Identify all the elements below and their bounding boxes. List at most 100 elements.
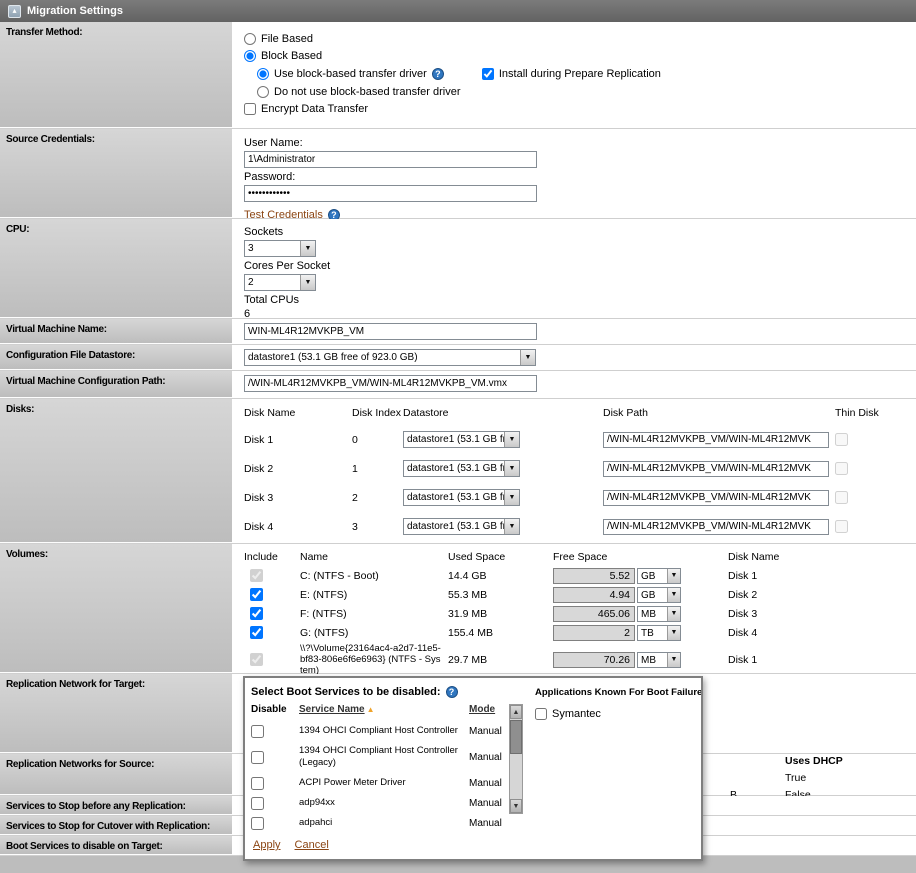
no-driver-label: Do not use block-based transfer driver [274, 86, 460, 98]
file-based-label: File Based [261, 33, 313, 45]
free-space-input[interactable] [553, 568, 635, 584]
disk-name: Disk 1 [244, 425, 352, 454]
thin-disk-checkbox[interactable] [835, 491, 848, 504]
install-prepare-checkbox[interactable] [482, 68, 494, 80]
free-space-unit: TB [638, 626, 667, 640]
vol-header-free: Free Space [553, 546, 728, 566]
no-driver-option[interactable]: Do not use block-based transfer driver [257, 84, 908, 100]
thin-disk-checkbox[interactable] [835, 520, 848, 533]
info-icon[interactable]: ? [432, 68, 444, 80]
apply-link[interactable]: Apply [253, 839, 281, 851]
service-disable-checkbox[interactable] [251, 725, 264, 738]
disk-datastore-select[interactable]: datastore1 (53.1 GB free of 923.0 GB)▼ [403, 431, 520, 448]
free-space-input[interactable] [553, 652, 635, 668]
disk-path-input[interactable] [603, 432, 829, 448]
block-based-option[interactable]: Block Based [244, 48, 908, 64]
symantec-checkbox[interactable] [535, 708, 547, 720]
encrypt-option[interactable]: Encrypt Data Transfer [244, 101, 908, 117]
vol-header-name: Name [300, 546, 448, 566]
install-prepare-option[interactable]: Install during Prepare Replication [482, 66, 661, 82]
disk-path-input[interactable] [603, 519, 829, 535]
disks-header-datastore: Datastore [403, 401, 603, 425]
vol-header-used: Used Space [448, 546, 553, 566]
service-disable-checkbox[interactable] [251, 751, 264, 764]
block-based-radio[interactable] [244, 50, 256, 62]
volume-name: C: (NTFS - Boot) [300, 566, 448, 585]
free-space-unit: MB [638, 607, 667, 621]
include-checkbox[interactable] [250, 607, 263, 620]
scroll-down-button[interactable]: ▼ [510, 799, 522, 813]
services-scrollbar[interactable]: ▲ ▼ [509, 704, 523, 814]
no-driver-radio[interactable] [257, 86, 269, 98]
disk-datastore-value: datastore1 (53.1 GB free of 923.0 GB) [404, 432, 504, 447]
disk-index: 1 [352, 454, 403, 483]
include-checkbox[interactable] [250, 588, 263, 601]
app-symantec-option[interactable]: Symantec [535, 706, 703, 722]
free-space-unit-select[interactable]: MB▼ [637, 652, 681, 668]
section-source-credentials: Source Credentials: User Name: Password:… [0, 129, 916, 219]
free-space-input[interactable] [553, 625, 635, 641]
config-datastore-select[interactable]: datastore1 (53.1 GB free of 923.0 GB) ▼ [244, 349, 536, 366]
file-based-radio[interactable] [244, 33, 256, 45]
disk-path-input[interactable] [603, 461, 829, 477]
volumes-label: Volumes: [0, 544, 232, 673]
use-driver-option[interactable]: Use block-based transfer driver [257, 66, 427, 82]
disks-body: Disk Name Disk Index Datastore Disk Path… [232, 399, 916, 543]
free-space-unit-select[interactable]: GB▼ [637, 568, 681, 584]
disk-datastore-value: datastore1 (53.1 GB free of 923.0 GB) [404, 490, 504, 505]
disks-header-path: Disk Path [603, 401, 835, 425]
cpu-body: Sockets 3 ▼ Cores Per Socket 2 ▼ Total C… [232, 219, 916, 318]
disk-datastore-select[interactable]: datastore1 (53.1 GB free of 923.0 GB)▼ [403, 460, 520, 477]
scroll-track[interactable] [510, 719, 522, 799]
service-name: ACPI Power Meter Driver [299, 775, 410, 791]
disk-path-input[interactable] [603, 490, 829, 506]
volume-disk-name: Disk 2 [728, 585, 908, 604]
free-space-input[interactable] [553, 606, 635, 622]
boot-services-target-label: Boot Services to disable on Target: [0, 836, 232, 855]
free-space-unit: GB [638, 569, 667, 583]
service-disable-checkbox[interactable] [251, 777, 264, 790]
thin-disk-checkbox[interactable] [835, 433, 848, 446]
free-space-unit-select[interactable]: TB▼ [637, 625, 681, 641]
section-vm-name: Virtual Machine Name: [0, 319, 916, 345]
col-mode-sort[interactable]: Mode [469, 704, 495, 715]
scroll-up-button[interactable]: ▲ [510, 705, 522, 719]
include-checkbox[interactable] [250, 626, 263, 639]
sockets-select[interactable]: 3 ▼ [244, 240, 316, 257]
thin-disk-checkbox[interactable] [835, 462, 848, 475]
volume-name: E: (NTFS) [300, 585, 448, 604]
info-icon[interactable]: ? [446, 686, 458, 698]
col-service-name-sort[interactable]: Service Name [299, 704, 365, 715]
free-space-input[interactable] [553, 587, 635, 603]
password-input[interactable] [244, 185, 537, 202]
encrypt-checkbox[interactable] [244, 103, 256, 115]
free-space-unit-select[interactable]: GB▼ [637, 587, 681, 603]
cores-select[interactable]: 2 ▼ [244, 274, 316, 291]
replication-networks-source-label: Replication Networks for Source: [0, 754, 232, 795]
username-input[interactable] [244, 151, 537, 168]
file-based-option[interactable]: File Based [244, 31, 908, 47]
free-space-unit-select[interactable]: MB▼ [637, 606, 681, 622]
include-checkbox[interactable] [250, 569, 263, 582]
disk-datastore-select[interactable]: datastore1 (53.1 GB free of 923.0 GB)▼ [403, 518, 520, 535]
boot-services-dialog: Select Boot Services to be disabled: ? D… [243, 676, 703, 861]
service-mode: Manual [469, 773, 509, 793]
disk-datastore-select[interactable]: datastore1 (53.1 GB free of 923.0 GB)▼ [403, 489, 520, 506]
include-checkbox[interactable] [250, 653, 263, 666]
service-disable-checkbox[interactable] [251, 817, 264, 830]
volume-name: F: (NTFS) [300, 604, 448, 623]
scroll-thumb[interactable] [510, 720, 522, 754]
vol-header-include: Include [244, 546, 300, 566]
service-disable-checkbox[interactable] [251, 797, 264, 810]
collapse-icon[interactable]: ▴ [8, 5, 21, 18]
services-stop-before-label: Services to Stop before any Replication: [0, 796, 232, 815]
vm-config-path-input[interactable] [244, 375, 537, 392]
source-credentials-body: User Name: Password: Test Credentials? [232, 129, 916, 218]
vm-name-input[interactable] [244, 323, 537, 340]
dropdown-icon: ▼ [667, 569, 680, 583]
use-driver-radio[interactable] [257, 68, 269, 80]
service-name: 1394 OHCI Compliant Host Controller (Leg… [299, 743, 469, 771]
cancel-link[interactable]: Cancel [295, 839, 329, 851]
disk-index: 0 [352, 425, 403, 454]
service-mode: Manual [469, 741, 509, 773]
